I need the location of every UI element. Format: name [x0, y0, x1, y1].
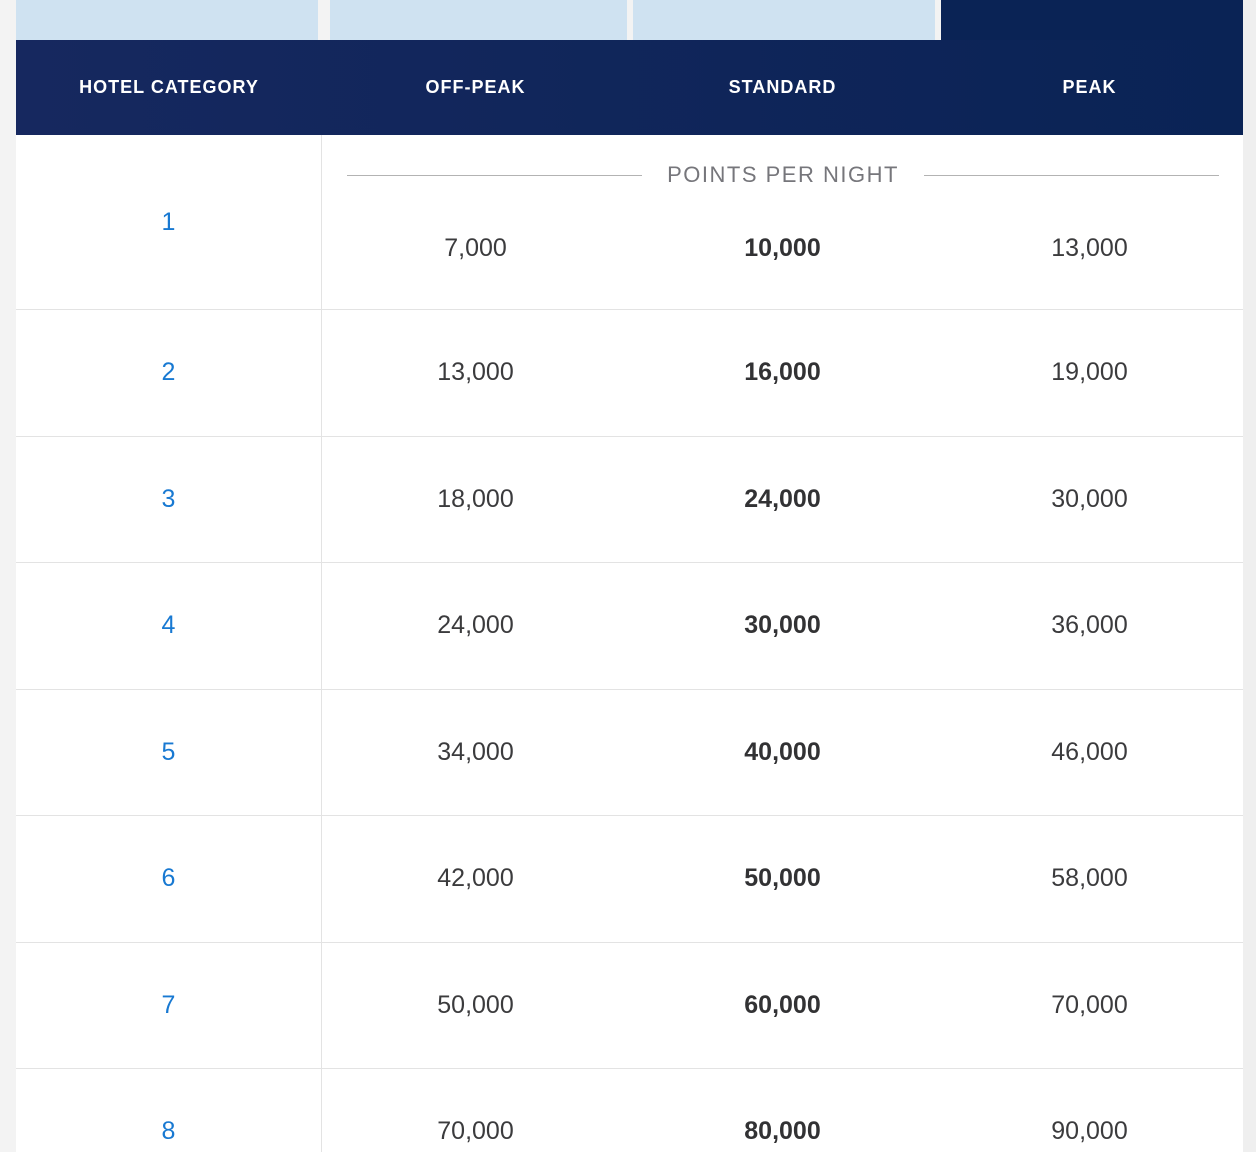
table-row: 8 70,000 80,000 90,000	[16, 1069, 1243, 1152]
table-header-row: HOTEL CATEGORY OFF-PEAK STANDARD PEAK	[16, 40, 1243, 135]
category-cell: 4	[16, 563, 322, 689]
table-row: 2 13,000 16,000 19,000	[16, 310, 1243, 437]
award-chart: HOTEL CATEGORY OFF-PEAK STANDARD PEAK 1 …	[16, 0, 1243, 1152]
standard-value: 10,000	[744, 234, 821, 262]
peak-value: 58,000	[1051, 864, 1128, 893]
category-link[interactable]: 5	[162, 738, 176, 767]
points-per-night-label: POINTS PER NIGHT	[667, 162, 899, 187]
peak-value: 36,000	[1051, 611, 1128, 640]
standard-value: 40,000	[744, 737, 821, 766]
category-link[interactable]: 4	[162, 611, 176, 640]
page-gutter-right	[1243, 0, 1256, 1152]
category-cell: 5	[16, 689, 322, 815]
off-peak-value: 50,000	[437, 990, 514, 1019]
column-header-peak: PEAK	[1062, 77, 1117, 97]
column-header-hotel-category: HOTEL CATEGORY	[79, 77, 259, 97]
standard-value: 30,000	[744, 611, 821, 640]
divider-line-right	[923, 174, 1220, 176]
peak-value: 90,000	[1051, 1117, 1128, 1146]
off-peak-value: 24,000	[437, 611, 514, 640]
off-peak-value: 34,000	[437, 737, 514, 766]
chart-tabs	[16, 0, 1243, 40]
tab-3[interactable]	[633, 0, 935, 40]
category-link[interactable]: 7	[162, 991, 176, 1020]
peak-value: 70,000	[1051, 990, 1128, 1019]
category-cell: 3	[16, 436, 322, 562]
off-peak-value: 7,000	[444, 234, 507, 262]
peak-value: 19,000	[1051, 358, 1128, 387]
standard-value: 80,000	[744, 1117, 821, 1146]
row-values: 7,000 10,000 13,000	[322, 188, 1243, 309]
category-cell: 6	[16, 816, 322, 942]
peak-value: 30,000	[1051, 484, 1128, 513]
category-cell: 2	[16, 310, 322, 436]
points-chart-page: HOTEL CATEGORY OFF-PEAK STANDARD PEAK 1 …	[0, 0, 1256, 1152]
table-row: 5 34,000 40,000 46,000	[16, 689, 1243, 816]
category-link[interactable]: 1	[162, 208, 176, 237]
table-row: 1 POINTS PER NIGHT 7,000 10,000 13,000	[16, 135, 1243, 310]
points-per-night-divider: POINTS PER NIGHT	[322, 135, 1243, 188]
column-header-standard: STANDARD	[728, 77, 837, 97]
standard-value: 24,000	[744, 484, 821, 513]
tab-1[interactable]	[16, 0, 318, 40]
tab-2[interactable]	[330, 0, 627, 40]
off-peak-value: 18,000	[437, 484, 514, 513]
table-body: 1 POINTS PER NIGHT 7,000 10,000 13,000 2…	[16, 135, 1243, 1152]
standard-value: 50,000	[744, 864, 821, 893]
category-cell: 1	[16, 135, 322, 309]
standard-value: 60,000	[744, 990, 821, 1019]
peak-value: 46,000	[1051, 737, 1128, 766]
divider-line-left	[347, 174, 643, 176]
tab-4-selected[interactable]	[941, 0, 1243, 40]
table-row: 4 24,000 30,000 36,000	[16, 563, 1243, 690]
column-header-off-peak: OFF-PEAK	[425, 77, 526, 97]
table-row: 7 50,000 60,000 70,000	[16, 942, 1243, 1069]
standard-value: 16,000	[744, 358, 821, 387]
category-cell: 7	[16, 942, 322, 1068]
off-peak-value: 42,000	[437, 864, 514, 893]
table-row: 6 42,000 50,000 58,000	[16, 816, 1243, 943]
category-link[interactable]: 8	[162, 1117, 176, 1146]
category-cell: 8	[16, 1069, 322, 1152]
off-peak-value: 70,000	[437, 1117, 514, 1146]
category-link[interactable]: 6	[162, 864, 176, 893]
off-peak-value: 13,000	[437, 358, 514, 387]
table-row: 3 18,000 24,000 30,000	[16, 436, 1243, 563]
peak-value: 13,000	[1051, 234, 1128, 262]
points-area: POINTS PER NIGHT 7,000 10,000 13,000	[322, 135, 1243, 309]
category-link[interactable]: 2	[162, 358, 176, 387]
category-link[interactable]: 3	[162, 485, 176, 514]
